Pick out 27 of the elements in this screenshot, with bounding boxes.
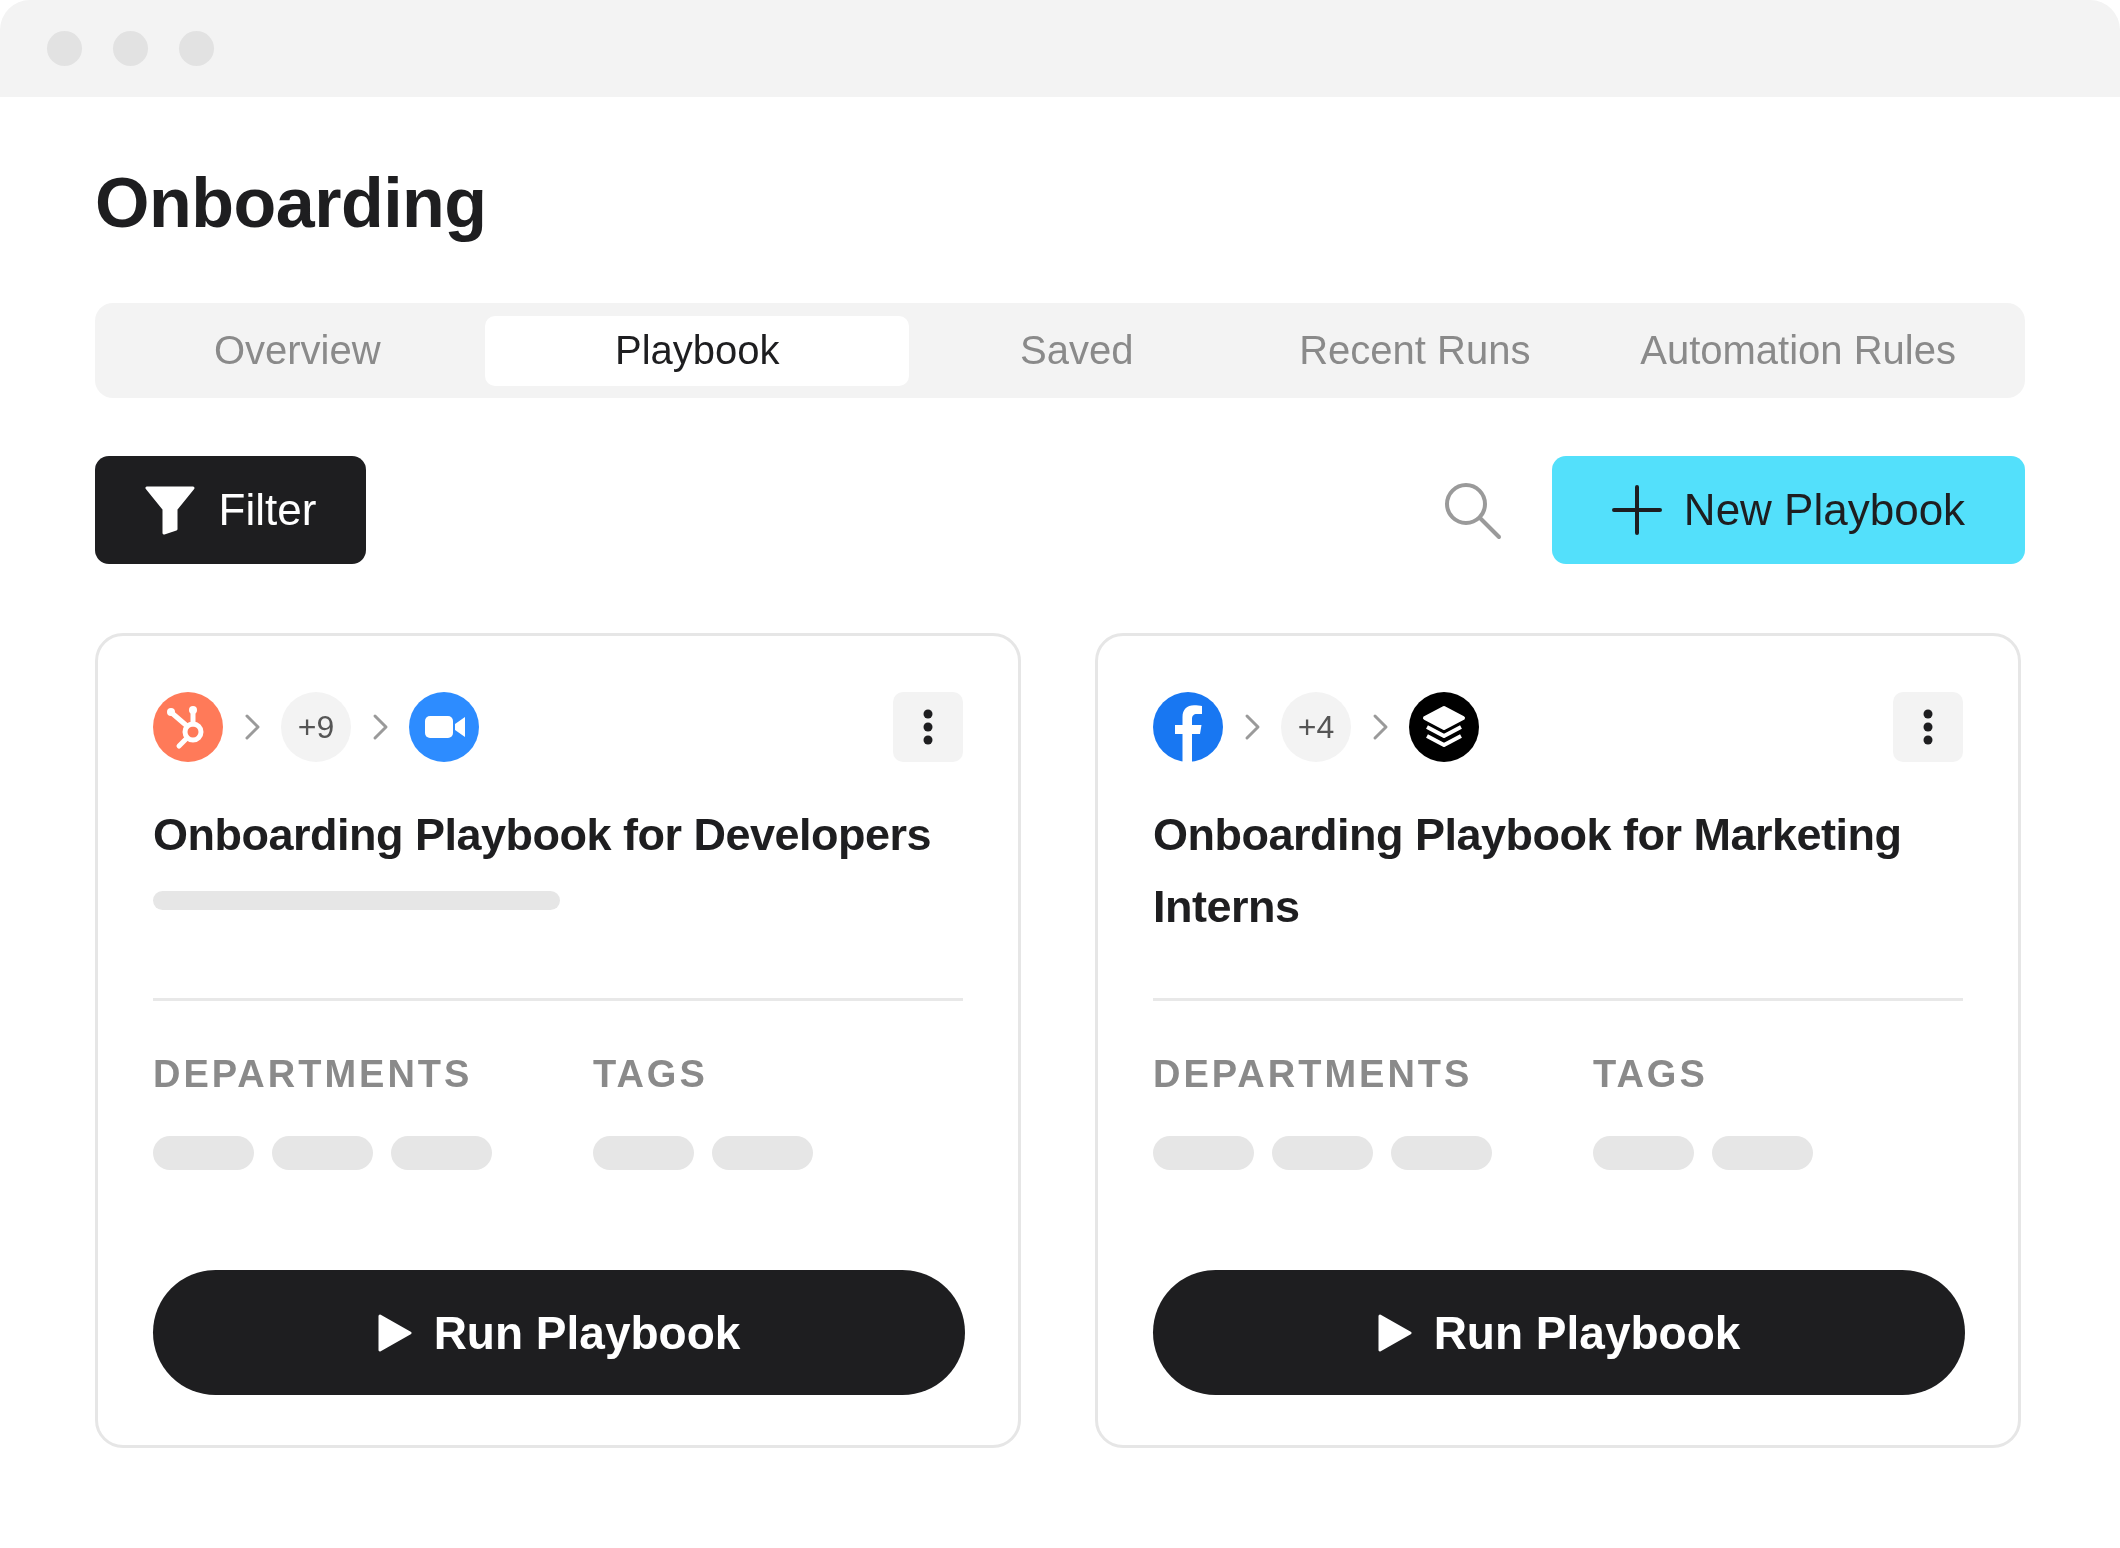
more-button[interactable]: [893, 692, 963, 762]
page-title: Onboarding: [95, 163, 488, 244]
layers-icon: [1409, 692, 1479, 762]
more-icon: [923, 709, 933, 745]
departments-label: DEPARTMENTS: [153, 1053, 474, 1096]
run-playbook-button[interactable]: Run Playbook: [1153, 1270, 1965, 1395]
letter-f-icon: [1153, 692, 1223, 762]
app-count: +9: [281, 692, 351, 762]
play-icon: [1377, 1313, 1414, 1352]
new-playbook-button[interactable]: New Playbook: [1552, 456, 2025, 564]
more-button[interactable]: [1893, 692, 1963, 762]
video-camera-icon: [409, 692, 479, 762]
run-playbook-button[interactable]: Run Playbook: [153, 1270, 965, 1395]
departments-label: DEPARTMENTS: [1153, 1053, 1474, 1096]
filter-button[interactable]: Filter: [95, 456, 366, 564]
tags-label: TAGS: [593, 1053, 709, 1096]
card-title: Onboarding Playbook for Developers: [153, 808, 933, 862]
more-icon: [1923, 709, 1933, 745]
plus-icon: [1611, 485, 1662, 535]
tags-label: TAGS: [1593, 1053, 1709, 1096]
search-icon[interactable]: [1442, 480, 1502, 540]
sprocket-icon: [153, 692, 223, 762]
filter-icon: [144, 485, 195, 535]
card-title: Onboarding Playbook for Marketing Interns: [1153, 808, 1903, 934]
app-count: +4: [1281, 692, 1351, 762]
tab[interactable]: Playbook: [485, 315, 910, 386]
play-icon: [377, 1313, 414, 1352]
